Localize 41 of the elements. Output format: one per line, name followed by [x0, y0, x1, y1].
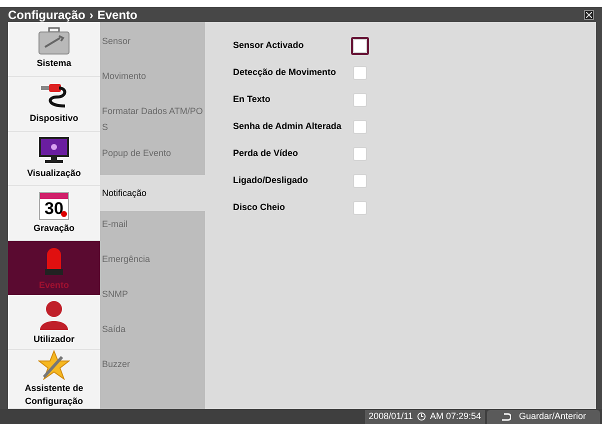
submenu-item[interactable]: Emergência — [100, 246, 205, 281]
submenu-item[interactable]: Popup de Evento — [100, 140, 205, 175]
sidebar-item[interactable]: Evento — [8, 241, 100, 296]
star-wrench-icon — [38, 350, 70, 380]
option-label: Ligado/Desligado — [233, 174, 310, 187]
submenu-item[interactable]: Notificação — [100, 175, 205, 211]
checkbox[interactable] — [353, 92, 367, 106]
checkbox[interactable] — [353, 146, 367, 160]
option-label: En Texto — [233, 92, 272, 106]
submenu-item[interactable]: Movimento — [100, 63, 205, 98]
submenu-item[interactable]: Saída — [100, 316, 205, 351]
toolbox-icon — [38, 27, 70, 56]
return-arrow-icon — [500, 412, 511, 420]
close-icon[interactable] — [584, 10, 594, 20]
sidebar-item[interactable]: Assistente de Configuração — [8, 350, 100, 409]
option-label: Sensor Activado — [233, 38, 305, 52]
monitor-icon — [39, 137, 69, 166]
save-back-button[interactable]: Guardar/Anterior — [487, 410, 600, 424]
time-text: AM 07:29:54 — [430, 410, 481, 423]
submenu-item[interactable]: Sensor — [100, 28, 205, 63]
breadcrumb-separator: › — [89, 6, 94, 24]
clock-icon — [416, 412, 426, 421]
breadcrumb-item: Configuração — [8, 8, 86, 20]
checkbox[interactable] — [353, 66, 367, 80]
checkbox[interactable] — [353, 120, 367, 134]
submenu-item[interactable]: Buzzer — [100, 351, 205, 386]
breadcrumb-item: Evento — [97, 8, 138, 20]
option-label: Detecção de Movimento — [233, 66, 338, 79]
option-label: Perda de Vídeo — [233, 146, 300, 160]
cable-icon — [39, 82, 69, 110]
checkbox[interactable] — [353, 174, 367, 188]
checkbox[interactable] — [353, 200, 367, 214]
calendar-icon: 30 — [39, 192, 69, 220]
submenu-item[interactable]: E-mail — [100, 211, 205, 246]
sidebar-item[interactable]: Visualização — [8, 132, 100, 186]
submenu-item[interactable]: SNMP — [100, 281, 205, 316]
submenu-item[interactable]: Formatar Dados ATM/PO S — [100, 98, 205, 140]
option-label: Senha de Admin Alterada — [233, 120, 342, 133]
option-label: Disco Cheio — [233, 200, 286, 214]
date-text: 2008/01/11 — [368, 410, 413, 423]
user-icon — [38, 298, 70, 331]
